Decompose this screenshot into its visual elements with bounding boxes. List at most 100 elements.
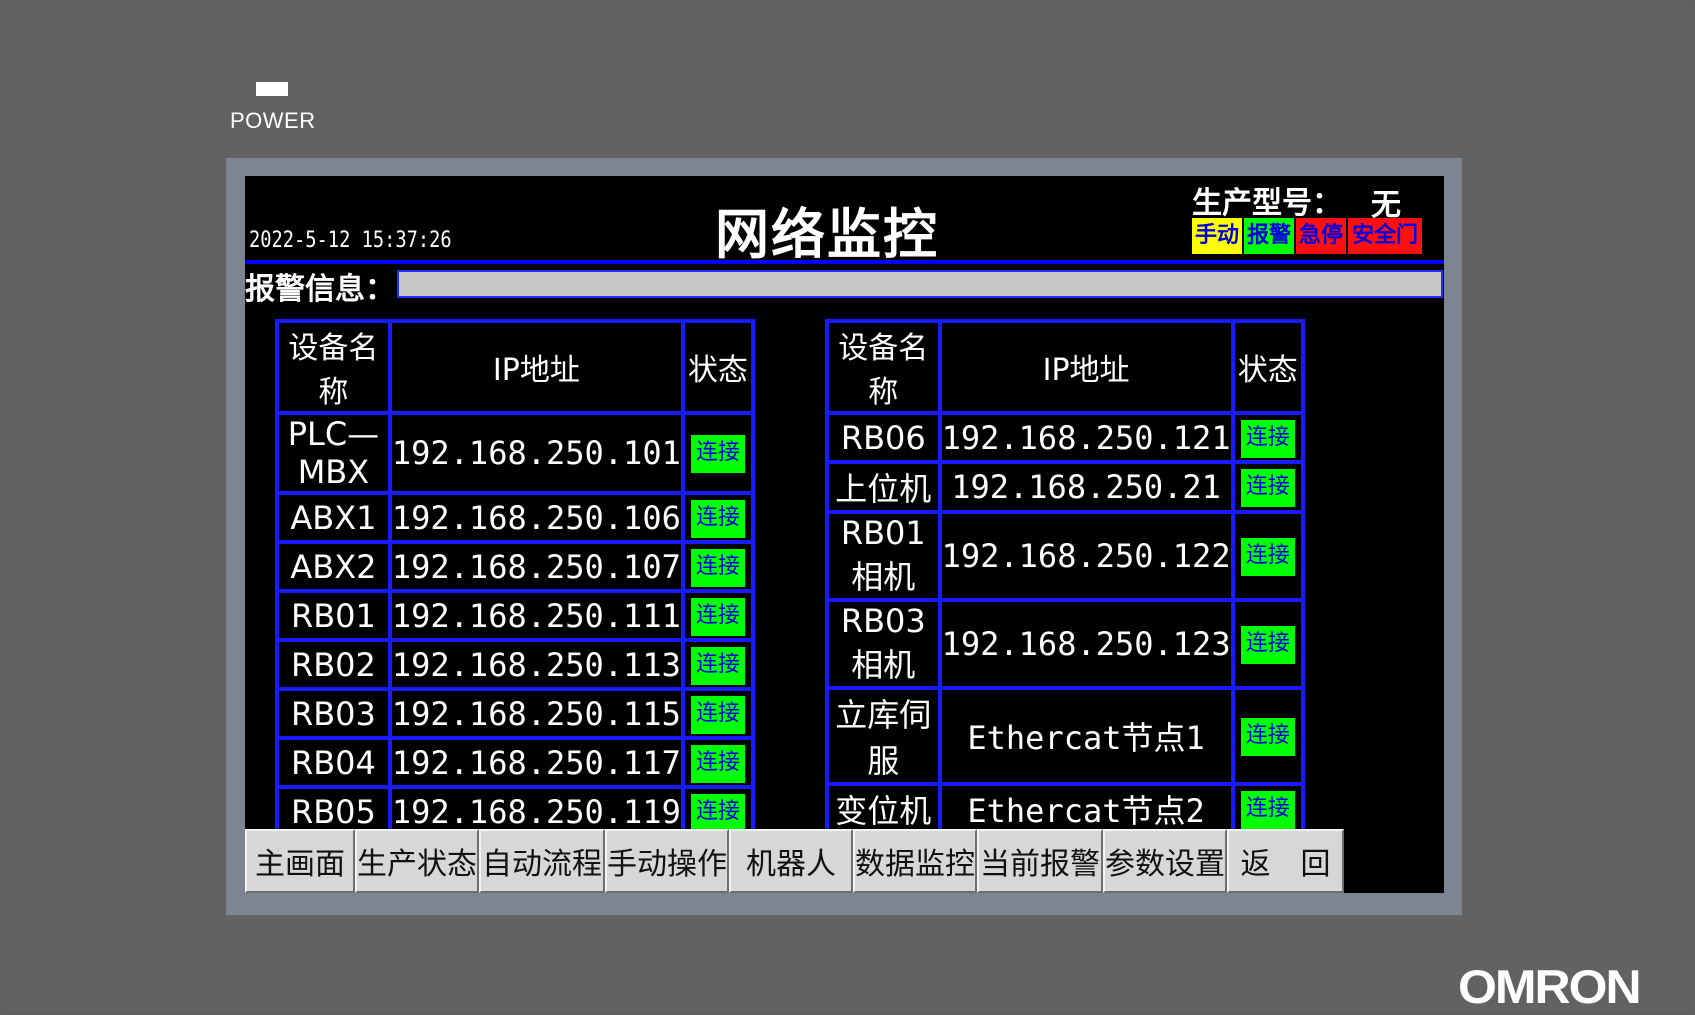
device-ip: 192.168.250.101 — [387, 411, 685, 495]
nav-data-monitor-button[interactable]: 数据监控 — [853, 829, 977, 893]
left-table-row: RB04 192.168.250.117 连接 — [275, 736, 756, 789]
nav-manual-op-button[interactable]: 手动操作 — [605, 829, 729, 893]
device-status-cell: 连接 — [680, 687, 756, 740]
device-name: 上位机 — [825, 460, 942, 514]
left-table-row: PLC—MBX 192.168.250.101 连接 — [275, 411, 756, 495]
connection-status-badge: 连接 — [1240, 538, 1295, 576]
left-table-row: RB03 192.168.250.115 连接 — [275, 687, 756, 740]
alarm-message-bar — [397, 270, 1443, 298]
device-name: RB04 — [275, 736, 392, 789]
left-table-row: ABX2 192.168.250.107 连接 — [275, 540, 756, 593]
device-name: RB02 — [275, 638, 392, 691]
connection-status-badge: 连接 — [1240, 626, 1295, 664]
nav-current-alarm-button[interactable]: 当前报警 — [977, 829, 1103, 893]
hmi-bezel: POWER OMRON 2022-5-12 15:37:26 网络监控 生产型号… — [0, 0, 1695, 1014]
device-name: ABX2 — [275, 540, 392, 593]
device-status-cell: 连接 — [1230, 686, 1306, 786]
device-name: PLC—MBX — [275, 411, 392, 495]
right-table-row: RB06 192.168.250.121 连接 — [825, 411, 1306, 464]
device-ip: 192.168.250.21 — [937, 460, 1235, 514]
connection-status-badge: 连接 — [690, 695, 745, 734]
device-ip: 192.168.250.115 — [387, 687, 685, 740]
device-ip: 192.168.250.106 — [387, 491, 685, 544]
device-status-cell: 连接 — [680, 638, 756, 691]
device-ip: 192.168.250.123 — [937, 598, 1235, 690]
left-table-row: ABX1 192.168.250.106 连接 — [275, 491, 756, 544]
left-table-header-name: 设备名称 — [275, 319, 392, 415]
connection-status-badge: 连接 — [1240, 469, 1295, 507]
right-table-row: 上位机 192.168.250.21 连接 — [825, 460, 1306, 514]
device-name: RB06 — [825, 411, 942, 464]
connection-status-badge: 连接 — [1240, 419, 1295, 458]
device-ip: 192.168.250.111 — [387, 589, 685, 642]
page-title: 网络监控 — [715, 203, 939, 266]
device-status-cell: 连接 — [680, 736, 756, 789]
status-estop: 急停 — [1296, 218, 1346, 254]
device-status-cell: 连接 — [680, 411, 756, 495]
device-status-cell: 连接 — [1230, 411, 1306, 464]
connection-status-badge: 连接 — [1240, 718, 1295, 756]
title-divider — [245, 260, 1444, 264]
nav-production-status-button[interactable]: 生产状态 — [355, 829, 479, 893]
device-name: 变位机 — [825, 782, 942, 836]
nav-main-screen-button[interactable]: 主画面 — [245, 829, 355, 893]
right-table-header-name: 设备名称 — [825, 319, 942, 415]
bottom-nav: 主画面 生产状态 自动流程 手动操作 机器人 数据监控 当前报警 参数设置返 回 — [245, 829, 1444, 893]
device-ip: 192.168.250.121 — [937, 411, 1235, 464]
status-safety-door: 安全门 — [1348, 218, 1422, 254]
device-status-cell: 连接 — [680, 540, 756, 593]
left-table-header-row: 设备名称 IP地址 状态 — [275, 319, 756, 415]
device-table-left: 设备名称 IP地址 状态 PLC—MBX 192.168.250.101 连接 ABX1 19… — [275, 319, 756, 838]
device-ip: 192.168.250.107 — [387, 540, 685, 593]
device-ip: Ethercat节点1 — [937, 686, 1235, 786]
connection-status-badge: 连接 — [1240, 791, 1295, 829]
device-status-cell: 连接 — [1230, 510, 1306, 602]
device-ip: 192.168.250.113 — [387, 638, 685, 691]
right-table-header-status: 状态 — [1230, 319, 1306, 415]
power-label: POWER — [230, 108, 316, 133]
device-name: 立库伺服 — [825, 686, 942, 786]
nav-back-button[interactable]: 返 回 — [1227, 829, 1344, 893]
hmi-screen: 2022-5-12 15:37:26 网络监控 生产型号： 无 手动 报警 急停… — [245, 176, 1444, 893]
right-table-row: 变位机 Ethercat节点2 连接 — [825, 782, 1306, 836]
left-table-header-status: 状态 — [680, 319, 756, 415]
nav-parameter-settings-button[interactable]: 参数设置 — [1103, 829, 1227, 893]
left-table-row: RB01 192.168.250.111 连接 — [275, 589, 756, 642]
connection-status-badge: 连接 — [690, 548, 745, 587]
device-status-cell: 连接 — [1230, 782, 1306, 836]
connection-status-badge: 连接 — [690, 793, 745, 832]
connection-status-badge: 连接 — [690, 646, 745, 685]
device-ip: 192.168.250.122 — [937, 510, 1235, 602]
left-table-row: RB02 192.168.250.113 连接 — [275, 638, 756, 691]
brand-logo: OMRON — [1458, 960, 1642, 1014]
status-manual: 手动 — [1192, 218, 1242, 254]
device-name: RB03相机 — [825, 598, 942, 690]
device-status-cell: 连接 — [680, 589, 756, 642]
connection-status-badge: 连接 — [690, 744, 745, 783]
connection-status-badge: 连接 — [690, 499, 745, 538]
device-ip: 192.168.250.117 — [387, 736, 685, 789]
alarm-label: 报警信息： — [245, 272, 395, 307]
device-name: RB01 — [275, 589, 392, 642]
device-name: RB01相机 — [825, 510, 942, 602]
right-table-row: RB01相机 192.168.250.122 连接 — [825, 510, 1306, 602]
device-name: ABX1 — [275, 491, 392, 544]
device-status-cell: 连接 — [680, 491, 756, 544]
status-alarm: 报警 — [1244, 218, 1294, 254]
connection-status-badge: 连接 — [690, 597, 745, 636]
device-ip: Ethercat节点2 — [937, 782, 1235, 836]
device-name: RB03 — [275, 687, 392, 740]
datetime: 2022-5-12 15:37:26 — [249, 228, 452, 253]
right-table-row: RB03相机 192.168.250.123 连接 — [825, 598, 1306, 690]
nav-auto-flow-button[interactable]: 自动流程 — [479, 829, 605, 893]
right-table-header-ip: IP地址 — [937, 319, 1235, 415]
model-label: 生产型号： — [1192, 186, 1342, 221]
device-status-cell: 连接 — [1230, 460, 1306, 514]
right-table-row: 立库伺服 Ethercat节点1 连接 — [825, 686, 1306, 786]
nav-robot-button[interactable]: 机器人 — [729, 829, 853, 893]
connection-status-badge: 连接 — [690, 435, 745, 473]
left-table-header-ip: IP地址 — [387, 319, 685, 415]
power-led-icon — [256, 82, 288, 96]
device-table-right: 设备名称 IP地址 状态 RB06 192.168.250.121 连接 上位机 192.16… — [825, 319, 1306, 893]
right-table-header-row: 设备名称 IP地址 状态 — [825, 319, 1306, 415]
